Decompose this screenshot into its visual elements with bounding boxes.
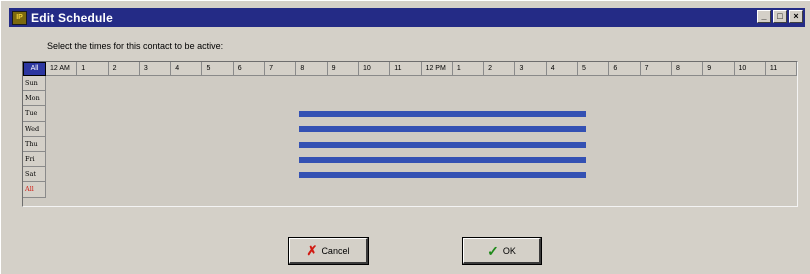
schedule-bar[interactable] (299, 141, 586, 148)
day-cell[interactable]: Thu (23, 136, 46, 152)
x-icon: ✗ (306, 243, 318, 258)
hour-cell[interactable]: 12 PM (421, 62, 453, 76)
hour-cell[interactable]: 4 (171, 62, 203, 76)
schedule-bar[interactable] (299, 156, 586, 163)
cancel-button[interactable]: ✗ Cancel (288, 237, 369, 265)
hour-cell[interactable]: 8 (671, 62, 704, 76)
hour-cell[interactable]: 8 (296, 62, 328, 76)
day-cell[interactable]: Wed (23, 121, 46, 137)
hour-cell[interactable]: 1 (452, 62, 485, 76)
hour-cell[interactable]: 9 (327, 62, 359, 76)
ok-label: OK (502, 245, 516, 256)
hour-cell[interactable]: 9 (703, 62, 735, 76)
checkmark-icon: ✓ (487, 242, 499, 259)
hour-cell[interactable]: 5 (578, 62, 610, 76)
ok-button[interactable]: ✓ OK (462, 237, 542, 265)
day-cell[interactable]: Tue (23, 106, 46, 122)
hour-cell[interactable]: 2 (484, 62, 516, 76)
title-buttons: _ □ × (757, 10, 803, 23)
hour-cell[interactable]: 11 (390, 62, 422, 76)
day-cell[interactable]: Sun (23, 76, 46, 92)
hour-cell[interactable]: 10 (358, 62, 391, 76)
day-cell[interactable]: Mon (23, 91, 46, 107)
schedule-bar[interactable] (299, 111, 586, 118)
minimize-button[interactable]: _ (757, 10, 771, 23)
title-bar[interactable]: IP Edit Schedule _ □ × (9, 8, 805, 27)
maximize-button[interactable]: □ (773, 10, 787, 23)
hour-cell[interactable]: 5 (202, 62, 234, 76)
cancel-label: Cancel (321, 245, 350, 256)
day-cell[interactable]: Sat (23, 167, 46, 183)
schedule-grid[interactable] (22, 61, 798, 207)
hour-header: 12 AM 1 2 3 4 5 6 7 8 9 10 11 12 PM 1 2 3 4 5 6 7 8 9 10 11 (23, 62, 798, 76)
hour-cell[interactable]: 3 (515, 62, 547, 76)
day-column: Sun Mon Tue Wed Thu Fri Sat All (23, 76, 46, 198)
close-button[interactable]: × (789, 10, 803, 23)
hour-cell[interactable]: 10 (734, 62, 766, 76)
edit-schedule-window: IP Edit Schedule _ □ × Select the times … (0, 0, 810, 274)
day-cell[interactable]: All (23, 182, 46, 198)
hour-cell[interactable]: 6 (609, 62, 641, 76)
instruction-text: Select the times for this contact to be … (47, 41, 224, 51)
window-title: Edit Schedule (31, 10, 113, 25)
hour-cell[interactable]: 7 (640, 62, 672, 76)
hour-cell[interactable]: 3 (139, 62, 172, 76)
hour-cell[interactable]: 11 (765, 62, 798, 76)
hour-cell[interactable]: 6 (233, 62, 266, 76)
hour-cell[interactable]: 7 (265, 62, 297, 76)
hour-cell[interactable]: 12 AM (46, 62, 78, 76)
app-icon[interactable]: IP (12, 10, 27, 25)
select-all-corner[interactable]: All (23, 62, 46, 76)
schedule-bar[interactable] (299, 126, 586, 133)
hour-cell[interactable]: 1 (77, 62, 109, 76)
hour-cell[interactable]: 4 (546, 62, 579, 76)
hour-cell[interactable]: 2 (108, 62, 140, 76)
schedule-bar[interactable] (299, 172, 586, 178)
day-cell[interactable]: Fri (23, 151, 46, 168)
